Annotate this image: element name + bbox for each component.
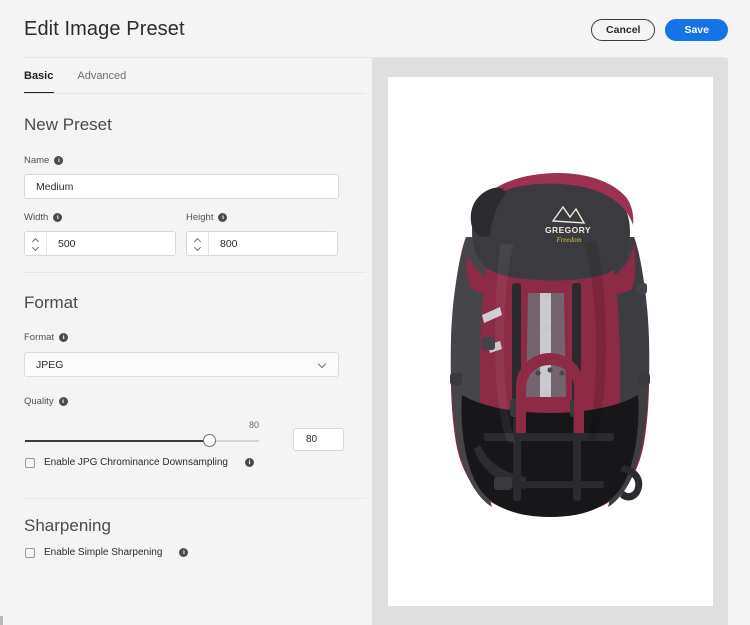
left-pane-scrollbar[interactable] [0, 616, 3, 625]
name-label-text: Name [24, 155, 50, 166]
quality-slider-thumb[interactable] [203, 434, 216, 447]
format-label-text: Format [24, 332, 55, 343]
section-title-sharpening: Sharpening [24, 516, 111, 535]
preview-gutter [728, 58, 750, 625]
header-actions: Cancel Save [591, 19, 728, 41]
height-input[interactable]: 800 [209, 232, 337, 255]
tab-basic[interactable]: Basic [24, 66, 67, 94]
height-stepper[interactable]: 800 [186, 231, 338, 256]
model-logo-text: Freedom [555, 236, 581, 244]
section-title-new-preset: New Preset [24, 115, 112, 134]
backpack-product-image: GREGORY Freedom [388, 77, 713, 606]
simple-sharpening-checkbox[interactable] [25, 547, 35, 558]
chrominance-downsampling-checkbox[interactable] [25, 457, 35, 468]
section-divider-1 [24, 272, 366, 273]
width-stepper[interactable]: 500 [24, 231, 176, 256]
format-select-value: JPEG [36, 358, 64, 371]
chevron-down-icon[interactable] [194, 245, 201, 249]
width-stepper-buttons[interactable] [25, 232, 47, 255]
format-select[interactable]: JPEG [24, 352, 339, 377]
center-reflective-band [540, 293, 551, 397]
chrominance-downsampling-label[interactable]: Enable JPG Chrominance Downsampling [44, 457, 228, 468]
simple-sharpening-label[interactable]: Enable Simple Sharpening [44, 547, 162, 558]
height-field-label: Height i [186, 212, 228, 223]
chevron-up-icon[interactable] [32, 238, 39, 242]
quality-field-label: Quality i [24, 396, 68, 407]
name-field-label: Name i [24, 155, 64, 166]
cancel-button[interactable]: Cancel [591, 19, 656, 41]
info-icon-simple-sharpening[interactable]: i [179, 548, 189, 557]
chevron-up-icon[interactable] [194, 238, 201, 242]
side-clip-right [638, 373, 650, 385]
info-icon-name[interactable]: i [54, 156, 64, 165]
tab-bar-divider [24, 93, 366, 94]
height-label-text: Height [186, 212, 214, 223]
quality-slider-value-label: 80 [249, 420, 260, 430]
section-divider-2 [24, 498, 366, 499]
save-button[interactable]: Save [665, 19, 728, 41]
zipper-pull [547, 367, 553, 373]
info-icon-format[interactable]: i [59, 333, 69, 342]
quality-slider-track-rest [209, 440, 259, 442]
image-preview-canvas: GREGORY Freedom [388, 77, 713, 606]
brand-logo-text: GREGORY [545, 225, 591, 235]
width-field-label: Width i [24, 212, 63, 223]
quality-slider-track-filled [25, 440, 209, 442]
width-label-text: Width [24, 212, 49, 223]
chevron-down-icon[interactable] [32, 245, 39, 249]
side-clip-left-upper [482, 337, 495, 350]
height-stepper-buttons[interactable] [187, 232, 209, 255]
info-icon-height[interactable]: i [218, 213, 228, 222]
preset-form-pane: New Preset Name i Medium Width i 500 Hei… [0, 100, 372, 625]
section-title-format: Format [24, 293, 78, 312]
bottom-strap [500, 481, 604, 488]
dialog-header: Edit Image Preset Cancel Save [0, 0, 750, 58]
info-icon-chrominance[interactable]: i [244, 458, 254, 467]
image-preview-pane: GREGORY Freedom [372, 58, 728, 625]
info-icon-width[interactable]: i [53, 213, 63, 222]
name-input[interactable]: Medium [24, 174, 339, 199]
simple-sharpening-row[interactable]: Enable Simple Sharpening i [25, 547, 189, 558]
page-title: Edit Image Preset [24, 18, 185, 40]
tab-advanced[interactable]: Advanced [77, 66, 140, 94]
zipper-pull [559, 370, 565, 376]
chrominance-downsampling-row[interactable]: Enable JPG Chrominance Downsampling i [25, 457, 254, 468]
quality-label-text: Quality [24, 396, 54, 407]
quality-slider[interactable] [25, 434, 259, 447]
bottom-buckle [494, 477, 512, 490]
format-field-label: Format i [24, 332, 69, 343]
quality-number-input[interactable]: 80 [293, 428, 344, 451]
side-clip-right-upper [636, 283, 647, 294]
width-input[interactable]: 500 [47, 232, 175, 255]
tab-bar: Basic Advanced [24, 66, 150, 94]
chevron-down-icon[interactable] [319, 362, 327, 367]
info-icon-quality[interactable]: i [58, 397, 68, 406]
zipper-pull [535, 370, 541, 376]
edit-image-preset-dialog: Edit Image Preset Cancel Save Basic Adva… [0, 0, 750, 625]
side-clip-left [450, 373, 462, 385]
